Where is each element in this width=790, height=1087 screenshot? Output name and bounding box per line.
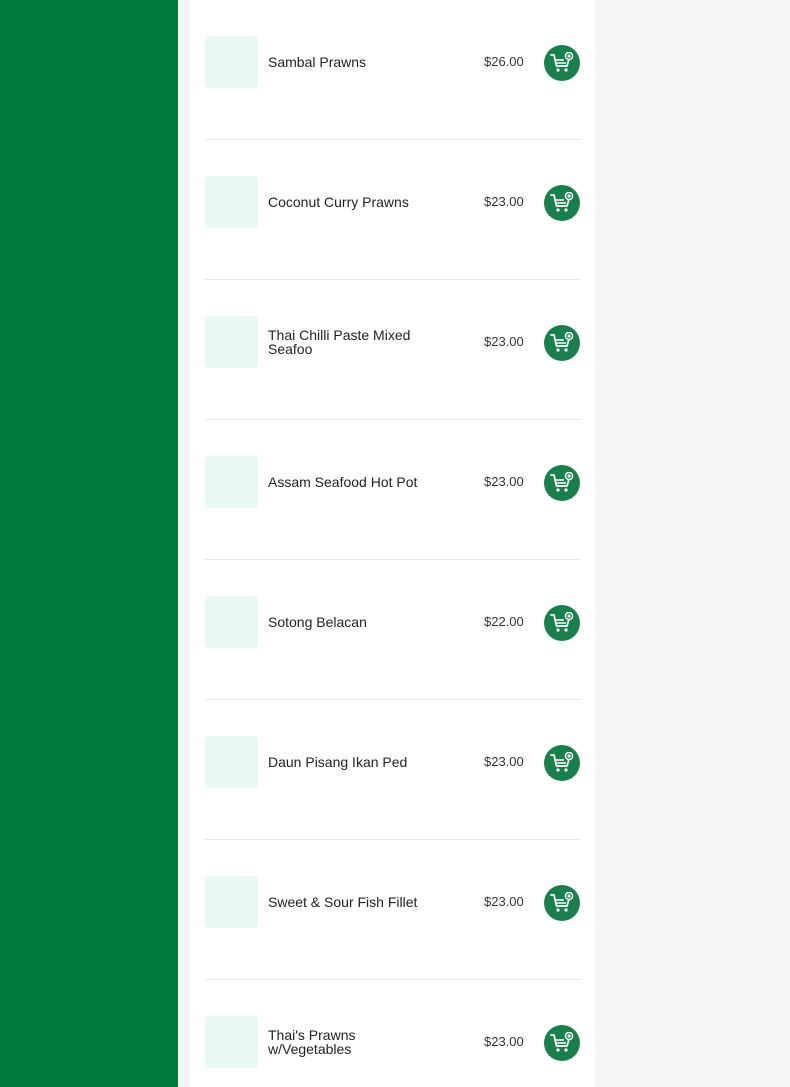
cart-plus-icon <box>550 192 574 214</box>
menu-item[interactable]: Thai Chilli Paste Mixed Seafoo $23.00 <box>205 280 580 420</box>
item-name: Thai Chilli Paste Mixed Seafoo <box>268 327 411 357</box>
menu-item[interactable]: Thai's Prawns w/Vegetables $23.00 <box>205 980 580 1087</box>
item-thumbnail <box>205 36 258 88</box>
add-to-cart-button[interactable] <box>544 1025 580 1061</box>
item-name: Assam Seafood Hot Pot <box>268 474 418 490</box>
item-price: $22.00 <box>484 614 524 629</box>
add-to-cart-button[interactable] <box>544 185 580 221</box>
item-price: $23.00 <box>484 474 524 489</box>
menu-item[interactable]: Sambal Prawns $26.00 <box>205 0 580 140</box>
menu-panel: Sambal Prawns $26.00 Coconut Curry Prawn… <box>190 0 595 1087</box>
item-name: Sweet & Sour Fish Fillet <box>268 894 418 910</box>
cart-plus-icon <box>550 472 574 494</box>
item-name: Sotong Belacan <box>268 614 367 630</box>
item-thumbnail <box>205 176 258 228</box>
item-name: Thai's Prawns w/Vegetables <box>268 1027 356 1057</box>
add-to-cart-button[interactable] <box>544 745 580 781</box>
item-price: $23.00 <box>484 754 524 769</box>
item-thumbnail <box>205 736 258 788</box>
item-thumbnail <box>205 596 258 648</box>
cart-plus-icon <box>550 1032 574 1054</box>
item-thumbnail <box>205 456 258 508</box>
add-to-cart-button[interactable] <box>544 465 580 501</box>
add-to-cart-button[interactable] <box>544 325 580 361</box>
menu-item[interactable]: Coconut Curry Prawns $23.00 <box>205 140 580 280</box>
menu-item[interactable]: Daun Pisang Ikan Ped $23.00 <box>205 700 580 840</box>
item-price: $23.00 <box>484 1034 524 1049</box>
item-price: $23.00 <box>484 194 524 209</box>
cart-plus-icon <box>550 612 574 634</box>
item-price: $26.00 <box>484 54 524 69</box>
menu-item[interactable]: Sweet & Sour Fish Fillet $23.00 <box>205 840 580 980</box>
item-thumbnail <box>205 1016 258 1068</box>
cart-plus-icon <box>550 892 574 914</box>
item-name: Coconut Curry Prawns <box>268 194 409 210</box>
item-thumbnail <box>205 316 258 368</box>
item-name: Sambal Prawns <box>268 54 367 70</box>
menu-item[interactable]: Assam Seafood Hot Pot $23.00 <box>205 420 580 560</box>
menu-list: Sambal Prawns $26.00 Coconut Curry Prawn… <box>205 0 580 1087</box>
item-thumbnail <box>205 876 258 928</box>
cart-plus-icon <box>550 752 574 774</box>
cart-plus-icon <box>550 332 574 354</box>
item-price: $23.00 <box>484 334 524 349</box>
add-to-cart-button[interactable] <box>544 605 580 641</box>
add-to-cart-button[interactable] <box>544 45 580 81</box>
menu-item[interactable]: Sotong Belacan $22.00 <box>205 560 580 700</box>
sidebar <box>0 0 178 1087</box>
item-price: $23.00 <box>484 894 524 909</box>
add-to-cart-button[interactable] <box>544 885 580 921</box>
cart-plus-icon <box>550 52 574 74</box>
item-name: Daun Pisang Ikan Ped <box>268 754 408 770</box>
